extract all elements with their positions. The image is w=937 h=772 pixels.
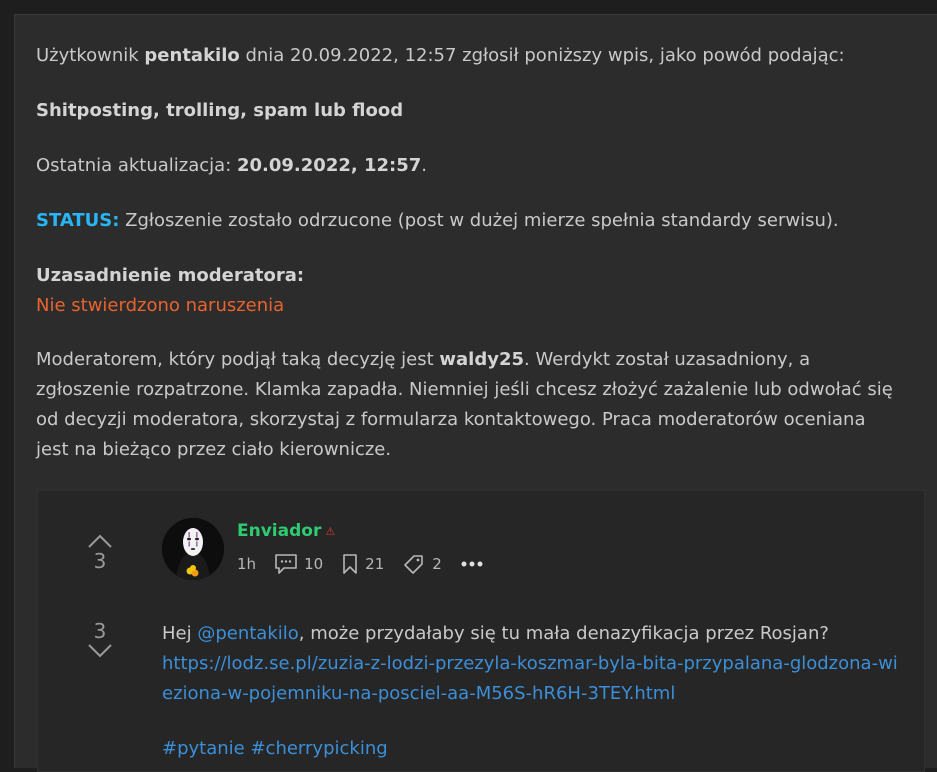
intro-suffix: dnia 20.09.2022, 12:57 zgłosił poniższy …	[239, 45, 845, 66]
comment-author: Enviador ⚠	[237, 521, 335, 541]
tag-pytanie[interactable]: #pytanie	[162, 738, 245, 759]
upvote-count: 3	[93, 549, 107, 573]
mod-prefix: Moderatorem, który podjął taką decyzję j…	[36, 349, 440, 370]
moderator-paragraph: Moderatorem, który podjął taką decyzję j…	[36, 345, 896, 465]
comment-tags: #pytanie #cherrypicking	[162, 734, 388, 764]
warning-icon: ⚠	[325, 524, 336, 538]
tag-icon	[404, 555, 424, 574]
justification-label: Uzasadnienie moderatora:	[36, 265, 305, 286]
chevron-up-icon[interactable]	[87, 533, 113, 549]
upvote-group: 3	[82, 533, 118, 573]
article-link[interactable]: https://lodz.se.pl/zuzia-z-lodzi-przezyl…	[162, 653, 898, 704]
comments-count: 10	[304, 555, 324, 573]
status-line: STATUS: Zgłoszenie zostało odrzucone (po…	[36, 206, 839, 236]
tag-cherrypicking[interactable]: #cherrypicking	[250, 738, 387, 759]
report-reason: Shitposting, trolling, spam lub flood	[36, 100, 404, 121]
report-intro: Użytkownik pentakilo dnia 20.09.2022, 12…	[36, 41, 845, 71]
time-ago: 1h	[237, 555, 256, 573]
author-username[interactable]: Enviador	[237, 521, 321, 541]
comment-body: Hej @pentakilo, może przydałaby się tu m…	[162, 619, 902, 709]
status-text: Zgłoszenie zostało odrzucone (post w duż…	[119, 210, 839, 231]
update-label: Ostatnia aktualizacja:	[36, 155, 237, 176]
time-label: 1h	[237, 555, 257, 573]
more-options-button[interactable]	[460, 560, 490, 568]
update-end: .	[421, 155, 428, 176]
downvote-group: 3	[82, 619, 118, 659]
last-update: Ostatnia aktualizacja: 20.09.2022, 12:57…	[36, 151, 427, 181]
justification-text: Nie stwierdzono naruszenia	[36, 295, 285, 316]
bookmark-button[interactable]: 21	[341, 553, 384, 575]
no-face-avatar-icon	[162, 518, 224, 580]
comments-button[interactable]: 10	[274, 553, 323, 575]
reporter-username[interactable]: pentakilo	[144, 45, 239, 66]
downvote-count: 3	[93, 619, 107, 643]
update-value: 20.09.2022, 12:57	[237, 155, 422, 176]
moderator-username[interactable]: waldy25	[439, 349, 524, 370]
comment-meta: 1h 10 21 2	[237, 553, 508, 575]
report-panel: Użytkownik pentakilo dnia 20.09.2022, 12…	[14, 14, 937, 772]
comment-bubble-icon	[275, 554, 297, 574]
tags-button[interactable]: 2	[402, 553, 442, 575]
chevron-down-icon[interactable]	[87, 643, 113, 659]
body-prefix: Hej	[162, 623, 198, 644]
body-suffix: , może przydałaby się tu mała denazyfika…	[298, 623, 829, 644]
avatar[interactable]	[162, 518, 224, 580]
bookmark-icon	[343, 554, 357, 574]
intro-prefix: Użytkownik	[36, 45, 145, 66]
more-options-icon	[461, 561, 483, 567]
status-label: STATUS:	[36, 210, 120, 231]
mention-link[interactable]: @pentakilo	[197, 623, 298, 644]
comment-card: 3 3 Enviador ⚠ 1h 10 21 2 Hej @pentakilo…	[37, 490, 925, 772]
bookmarks-count: 21	[365, 555, 385, 573]
tags-count: 2	[432, 555, 442, 573]
